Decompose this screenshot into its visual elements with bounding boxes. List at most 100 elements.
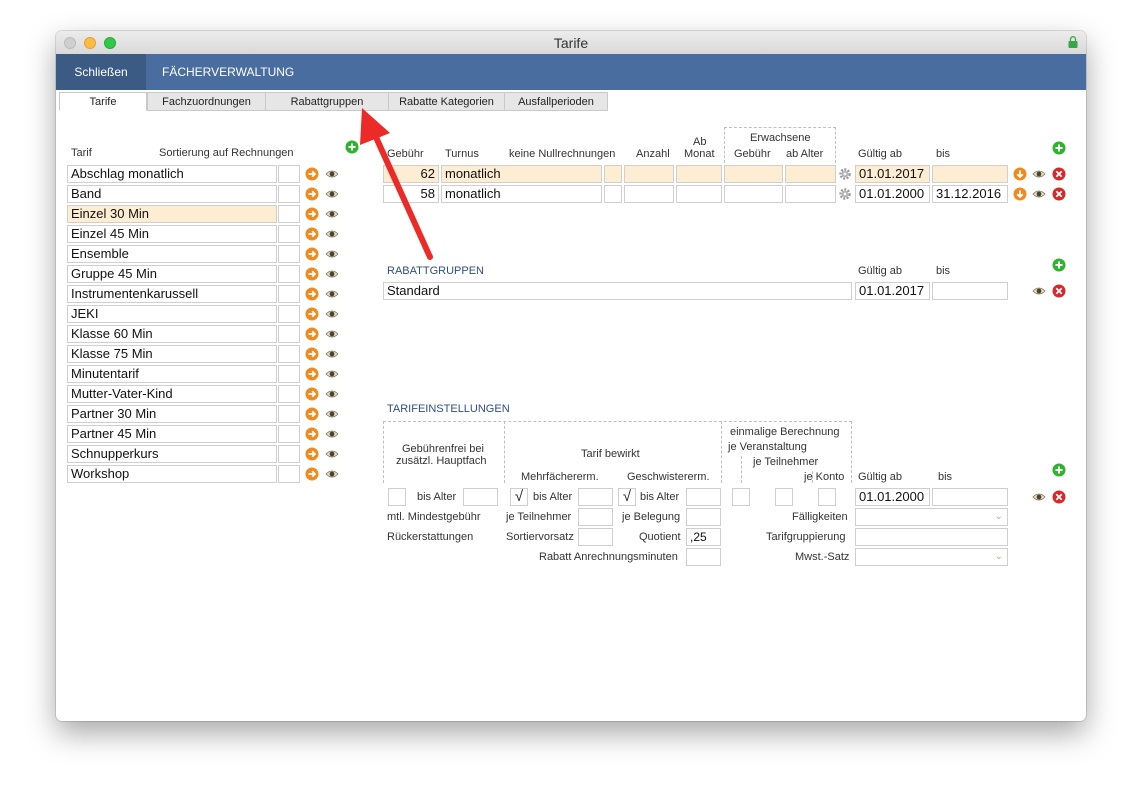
tarif-name-field[interactable]: Gruppe 45 Min [67,265,277,283]
tarif-sortierung-field[interactable] [278,325,300,343]
tab-ausfallperioden[interactable]: Ausfallperioden [504,92,608,111]
tab-fachzuordnungen[interactable]: Fachzuordnungen [147,92,266,111]
open-tarif-arrow-icon[interactable] [305,267,319,281]
delete-gebuehr-icon[interactable] [1052,187,1066,201]
erw-gebuehr-field[interactable] [724,185,783,203]
keine-nullrechnungen-field[interactable] [604,165,622,183]
tarif-name-field[interactable]: Band [67,185,277,203]
open-tarif-arrow-icon[interactable] [305,347,319,361]
tarif-sortierung-field[interactable] [278,425,300,443]
tarif-name-field[interactable]: Partner 30 Min [67,405,277,423]
tarif-name-field[interactable]: JEKI [67,305,277,323]
gebuehrenfrei-bis-alter-field[interactable] [463,488,498,506]
je-veranstaltung-checkbox[interactable] [732,488,750,506]
je-teilnehmer-field[interactable] [578,508,613,526]
delete-rabattgruppe-icon[interactable] [1052,284,1066,298]
tarif-sortierung-field[interactable] [278,385,300,403]
tarif-name-field[interactable]: Mutter-Vater-Kind [67,385,277,403]
tarif-sortierung-field[interactable] [278,165,300,183]
rabattgruppe-gueltig-ab-field[interactable]: 01.01.2017 [855,282,930,300]
add-rabattgruppe-icon[interactable] [1052,258,1066,272]
keine-nullrechnungen-field[interactable] [604,185,622,203]
settings-gueltig-ab-field[interactable]: 01.01.2000 [855,488,930,506]
tarif-name-field[interactable]: Einzel 45 Min [67,225,277,243]
rabattgruppe-name-field[interactable]: Standard [383,282,852,300]
tarif-sortierung-field[interactable] [278,205,300,223]
tarif-sortierung-field[interactable] [278,365,300,383]
ab-alter-field[interactable] [785,165,836,183]
add-einstellung-icon[interactable] [1052,463,1066,477]
open-tarif-arrow-icon[interactable] [305,207,319,221]
open-tarif-arrow-icon[interactable] [305,447,319,461]
view-tarif-eye-icon[interactable] [325,227,339,241]
view-tarif-eye-icon[interactable] [325,167,339,181]
rabattgruppe-bis-field[interactable] [932,282,1008,300]
open-tarif-arrow-icon[interactable] [305,227,319,241]
move-down-arrow-icon[interactable] [1013,187,1027,201]
tarif-sortierung-field[interactable] [278,445,300,463]
open-tarif-arrow-icon[interactable] [305,387,319,401]
gebuehrenfrei-checkbox[interactable] [388,488,406,506]
geschwistererm-bis-alter-field[interactable] [686,488,721,506]
je-konto-checkbox[interactable] [818,488,836,506]
tarif-name-field[interactable]: Partner 45 Min [67,425,277,443]
open-tarif-arrow-icon[interactable] [305,327,319,341]
turnus-field[interactable]: monatlich [441,165,602,183]
je-belegung-field[interactable] [686,508,721,526]
settings-gear-icon[interactable] [838,167,852,181]
tarif-name-field[interactable]: Einzel 30 Min [67,205,277,223]
tarif-sortierung-field[interactable] [278,285,300,303]
view-tarif-eye-icon[interactable] [325,347,339,361]
add-gebuehr-icon[interactable] [1052,141,1066,155]
mwst-satz-select[interactable]: ⌄ [855,548,1008,566]
mehrfaechererm-bis-alter-field[interactable] [578,488,613,506]
view-tarif-eye-icon[interactable] [325,367,339,381]
tarif-sortierung-field[interactable] [278,265,300,283]
delete-gebuehr-icon[interactable] [1052,167,1066,181]
view-tarif-eye-icon[interactable] [325,207,339,221]
settings-gear-icon[interactable] [838,187,852,201]
tarif-sortierung-field[interactable] [278,185,300,203]
faecherverwaltung-button[interactable]: FÄCHERVERWALTUNG [146,54,310,90]
tarif-name-field[interactable]: Klasse 75 Min [67,345,277,363]
ab-monat-field[interactable] [676,165,722,183]
view-gebuehr-eye-icon[interactable] [1032,167,1046,181]
tarif-name-field[interactable]: Schnupperkurs [67,445,277,463]
view-einstellung-eye-icon[interactable] [1032,490,1046,504]
gueltig-ab-field[interactable]: 01.01.2000 [855,185,930,203]
tarif-sortierung-field[interactable] [278,405,300,423]
rabatt-anrechnungsminuten-field[interactable] [686,548,721,566]
je-teilnehmer-checkbox[interactable] [775,488,793,506]
gueltig-ab-field[interactable]: 01.01.2017 [855,165,930,183]
tarif-sortierung-field[interactable] [278,465,300,483]
erw-gebuehr-field[interactable] [724,165,783,183]
tarif-name-field[interactable]: Ensemble [67,245,277,263]
open-tarif-arrow-icon[interactable] [305,367,319,381]
tarif-name-field[interactable]: Abschlag monatlich [67,165,277,183]
delete-einstellung-icon[interactable] [1052,490,1066,504]
tarif-name-field[interactable]: Instrumentenkarussell [67,285,277,303]
view-tarif-eye-icon[interactable] [325,287,339,301]
view-tarif-eye-icon[interactable] [325,467,339,481]
view-gebuehr-eye-icon[interactable] [1032,187,1046,201]
anzahl-field[interactable] [624,185,674,203]
quotient-field[interactable]: ,25 [686,528,721,546]
tarif-sortierung-field[interactable] [278,305,300,323]
open-tarif-arrow-icon[interactable] [305,247,319,261]
open-tarif-arrow-icon[interactable] [305,467,319,481]
geschwistererm-checkbox[interactable]: √ [618,488,636,506]
tarif-sortierung-field[interactable] [278,345,300,363]
close-button[interactable]: Schließen [56,54,146,90]
settings-bis-field[interactable] [932,488,1008,506]
open-tarif-arrow-icon[interactable] [305,187,319,201]
view-tarif-eye-icon[interactable] [325,407,339,421]
faelligkeiten-select[interactable]: ⌄ [855,508,1008,526]
tarif-sortierung-field[interactable] [278,245,300,263]
view-tarif-eye-icon[interactable] [325,187,339,201]
sortiervorsatz-field[interactable] [578,528,613,546]
view-tarif-eye-icon[interactable] [325,427,339,441]
tarifgruppierung-field[interactable] [855,528,1008,546]
move-down-arrow-icon[interactable] [1013,167,1027,181]
tarif-name-field[interactable]: Workshop [67,465,277,483]
open-tarif-arrow-icon[interactable] [305,167,319,181]
